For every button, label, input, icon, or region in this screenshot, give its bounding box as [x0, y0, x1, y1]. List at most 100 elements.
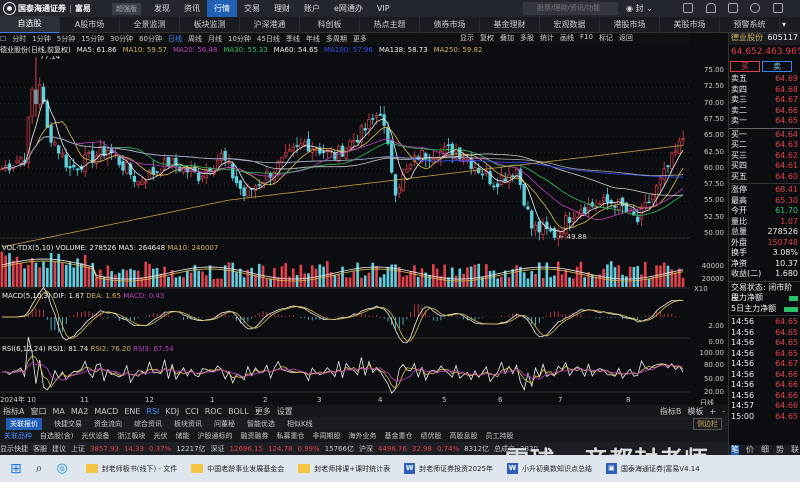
indicator-tab-5[interactable]: ENE [124, 407, 140, 416]
period-6[interactable]: 日线 [168, 34, 182, 44]
period-13[interactable]: 多周期 [326, 34, 347, 44]
sector-2[interactable]: 光伏设备 [81, 431, 109, 441]
tab-10[interactable]: 港股市场 [600, 16, 660, 33]
tab-3[interactable]: 板块监测 [180, 16, 240, 33]
indicator-tab-0[interactable]: 指标A [3, 406, 24, 417]
buy-button[interactable]: 买 [730, 61, 760, 72]
tool-2[interactable]: 叠加 [500, 33, 514, 44]
indicator-tab-2[interactable]: MA [52, 407, 64, 416]
period-3[interactable]: 15分钟 [81, 34, 104, 44]
indicator-tab-6[interactable]: RSI [146, 407, 159, 416]
related-tab-1[interactable]: 快捷交易 [54, 419, 82, 429]
tab-2[interactable]: 全景监测 [120, 16, 180, 33]
nav-6[interactable]: e网通办 [327, 0, 370, 17]
nav-5[interactable]: 账户 [297, 0, 327, 17]
tab-5[interactable]: 科创板 [300, 16, 360, 33]
tool-0[interactable]: 显示 [460, 33, 474, 44]
tab-9[interactable]: 宏观数据 [540, 16, 600, 33]
more-tabs-icon[interactable]: ▾ [782, 20, 786, 29]
edge-icon[interactable]: ◎ [56, 461, 67, 476]
grid-icon[interactable] [728, 3, 738, 13]
quote-tab-2[interactable]: 细 [761, 445, 769, 456]
tab-12[interactable]: 预警系统 [720, 16, 780, 33]
tool-8[interactable]: 返回 [619, 33, 633, 44]
user-menu[interactable]: ◉ 封 ⌄ [626, 3, 653, 14]
indicator-tab-9[interactable]: ROC [205, 407, 222, 416]
nav-1[interactable]: 资讯 [177, 0, 207, 17]
sector-10[interactable]: 海外业务 [348, 431, 376, 441]
taskbar-app[interactable]: 中国老龄事业发展基金会 [191, 464, 284, 474]
tool-1[interactable]: 复权 [480, 33, 494, 44]
nav-3[interactable]: 交易 [237, 0, 267, 17]
sector-6[interactable]: 沪股通标的 [197, 431, 232, 441]
tab-4[interactable]: 沪深港通 [240, 16, 300, 33]
search-icon[interactable]: ⌕ [36, 461, 43, 476]
sector-5[interactable]: 储能 [175, 431, 189, 441]
period-2[interactable]: 5分钟 [57, 34, 75, 44]
period-0[interactable]: 分时 [12, 34, 26, 44]
sector-0[interactable]: 关联品种 [4, 431, 32, 441]
related-tab-0[interactable]: 关联报价 [6, 417, 42, 430]
tab-7[interactable]: 债券市场 [420, 16, 480, 33]
tool-6[interactable]: F10 [580, 33, 593, 44]
taskbar-app[interactable]: W 小升初奥数知识点总结 [506, 463, 592, 474]
settings-icon[interactable] [750, 3, 760, 13]
taskbar-app[interactable]: 封老师排课+课时统计表 [298, 464, 390, 474]
lock-icon[interactable] [706, 3, 716, 13]
tool-4[interactable]: 统计 [540, 33, 554, 44]
related-tab-5[interactable]: 问董秘 [214, 419, 235, 429]
sector-11[interactable]: 基金重仓 [384, 431, 412, 441]
indicator-tab-11[interactable]: 更多 [255, 406, 271, 417]
taskbar-app[interactable]: 封老师板书(线下) - 文件 [85, 464, 177, 474]
tool-7[interactable]: 标记 [599, 33, 613, 44]
indicator-right-3[interactable]: - [722, 407, 725, 416]
sector-8[interactable]: 私募重仓 [276, 431, 304, 441]
sector-4[interactable]: 光伏 [153, 431, 167, 441]
version-dropdown[interactable]: 超强版 [112, 2, 141, 15]
indicator-tab-10[interactable]: BOLL [228, 407, 249, 416]
sector-9[interactable]: 非周期股 [312, 431, 340, 441]
nav-2[interactable]: 行情 [207, 0, 237, 17]
period-14[interactable]: 更多 [353, 34, 367, 44]
search-input[interactable]: 股票/理财/资讯/功能 [523, 2, 618, 15]
period-12[interactable]: 年线 [306, 34, 320, 44]
indicator-tab-8[interactable]: CCI [185, 407, 199, 416]
period-7[interactable]: 周线 [188, 34, 202, 44]
period-4[interactable]: 30分钟 [110, 34, 133, 44]
indicator-right-2[interactable]: + [709, 407, 716, 416]
sell-button[interactable]: 卖 [762, 61, 792, 72]
quote-tab-3[interactable]: 势 [776, 445, 784, 456]
sector-12[interactable]: 绩优股 [420, 431, 441, 441]
period-9[interactable]: 10分钟 [228, 34, 251, 44]
taskbar-app[interactable]: W 封老师证券投资2025年 [404, 463, 493, 474]
period-11[interactable]: 季线 [286, 34, 300, 44]
indicator-right-0[interactable]: 指标B [660, 406, 682, 417]
related-tab-7[interactable]: 相似K线 [287, 419, 313, 429]
nav-0[interactable]: 发现 [147, 0, 177, 17]
nav-7[interactable]: VIP [370, 0, 397, 17]
checkbox-icon[interactable]: ☐ [0, 35, 6, 43]
windows-start-icon[interactable]: ⊞ [10, 461, 22, 477]
sidebar-button[interactable]: 侧边栏 [693, 417, 722, 430]
indicator-tab-1[interactable]: 窗口 [30, 406, 46, 417]
status-item-0[interactable]: 显示快捷 [0, 444, 28, 454]
status-item-2[interactable]: 建议 [52, 444, 66, 454]
shirt-icon[interactable] [773, 3, 783, 13]
quote-tab-0[interactable]: 笔 [731, 444, 739, 455]
taskbar-app[interactable]: ▣ 国泰海通证券|富易V4.14 [605, 463, 700, 474]
quote-tab-1[interactable]: 价 [746, 445, 754, 456]
tool-3[interactable]: 多股 [520, 33, 534, 44]
period-10[interactable]: 45日线 [257, 34, 280, 44]
tab-11[interactable]: 美股市场 [660, 16, 720, 33]
tab-0[interactable]: 自选股 [0, 15, 60, 34]
sector-1[interactable]: 自选股(含) [40, 431, 73, 441]
related-tab-2[interactable]: 资金流向 [94, 419, 122, 429]
related-tab-4[interactable]: 板块资讯 [174, 419, 202, 429]
related-tab-3[interactable]: 综合资讯 [134, 419, 162, 429]
indicator-tab-7[interactable]: KDJ [165, 407, 179, 416]
sector-3[interactable]: 浙江板块 [117, 431, 145, 441]
tool-5[interactable]: 画线 [560, 33, 574, 44]
quote-tab-4[interactable]: 联 [791, 445, 799, 456]
tab-1[interactable]: A股市场 [60, 16, 120, 33]
tab-6[interactable]: 热点主题 [360, 16, 420, 33]
